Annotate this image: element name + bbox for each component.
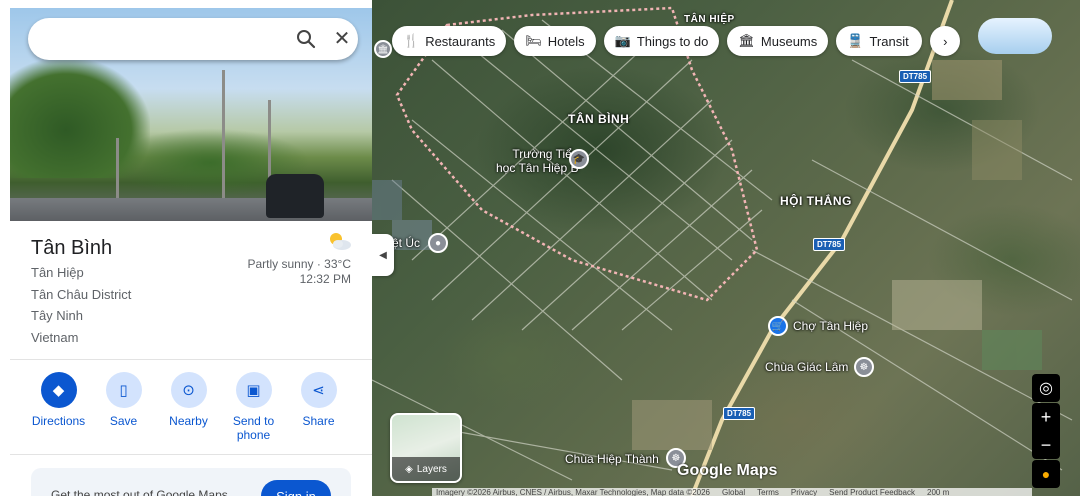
- museum-icon[interactable]: 🏛: [374, 40, 392, 58]
- signin-text: Get the most out of Google Maps: [51, 488, 228, 496]
- category-chips: 🍴 Restaurants 🛏 Hotels 📷 Things to do 🏛 Muse…: [392, 26, 961, 56]
- action-label: Directions: [31, 414, 86, 428]
- school-icon[interactable]: 🎓: [569, 149, 589, 169]
- address-line: Vietnam: [31, 330, 79, 345]
- directions-button[interactable]: ◆ Directions: [26, 372, 91, 442]
- crosshair-icon: ◎: [1039, 380, 1053, 397]
- layers-label-bar: ◈ Layers: [392, 457, 460, 481]
- action-label: Save: [109, 414, 138, 428]
- photo-pole: [116, 138, 119, 198]
- action-label: Share: [302, 414, 335, 428]
- signin-button[interactable]: Sign in: [261, 480, 331, 496]
- search-box: ✕: [28, 18, 358, 60]
- camera-icon: 📷: [614, 33, 631, 48]
- poi-label-viet-uc[interactable]: ệt Úc: [392, 236, 420, 250]
- layers-label: Layers: [416, 463, 447, 475]
- street-view-pegman-icon[interactable]: ●: [1032, 460, 1060, 488]
- action-buttons: ◆ Directions ▯ Save ⊙ Nearby ▣ Send to p…: [26, 372, 351, 442]
- close-icon: ✕: [333, 28, 351, 50]
- road-shield: DT785: [899, 70, 932, 83]
- search-icon: [297, 30, 316, 49]
- collapse-panel-button[interactable]: ◀: [372, 234, 394, 276]
- attribution-scale[interactable]: 200 m: [927, 488, 949, 496]
- restaurant-icon: 🍴: [403, 33, 420, 48]
- place-title: Tân Bình: [31, 237, 113, 259]
- share-button[interactable]: ⋖ Share: [286, 372, 351, 442]
- area-label-hoi-thang: HỘI THẮNG: [780, 194, 852, 208]
- road-shield: DT785: [813, 238, 846, 251]
- map-roads: [372, 0, 1073, 496]
- place-icon[interactable]: ●: [428, 233, 448, 253]
- poi-label-chua-giac-lam[interactable]: Chùa Giác Lâm: [765, 360, 848, 374]
- chip-label: Transit: [869, 33, 909, 49]
- phone-icon: ▣: [235, 372, 272, 408]
- share-icon: ⋖: [300, 372, 337, 408]
- chevron-right-icon: ›: [943, 33, 948, 49]
- poi-label-chua-hiep-thanh[interactable]: Chùa Hiệp Thành: [565, 452, 659, 466]
- layers-icon: ◈: [405, 463, 413, 475]
- chip-things-to-do[interactable]: 📷 Things to do: [603, 26, 720, 56]
- my-location-button[interactable]: ◎: [1032, 374, 1060, 402]
- photo-car: [266, 174, 324, 218]
- chip-label: Restaurants: [425, 33, 496, 49]
- poi-label-school[interactable]: Trường Tiểu học Tân Hiệp B: [496, 147, 579, 175]
- bookmark-icon: ▯: [105, 372, 142, 408]
- save-button[interactable]: ▯ Save: [91, 372, 156, 442]
- action-label: Nearby: [169, 414, 208, 428]
- search-button[interactable]: [294, 27, 318, 51]
- address-line: Tân Hiệp: [31, 265, 84, 280]
- chip-hotels[interactable]: 🛏 Hotels: [514, 26, 596, 56]
- address-line: Tân Châu District: [31, 287, 132, 302]
- attribution-terms[interactable]: Terms: [757, 488, 779, 496]
- chip-label: Things to do: [636, 33, 709, 49]
- photo-pole: [222, 70, 225, 200]
- zoom-in-button[interactable]: +: [1041, 407, 1052, 428]
- google-maps-watermark: Google Maps: [677, 462, 778, 479]
- road-shield: DT785: [723, 407, 756, 420]
- map-canvas[interactable]: TÂN HIỆP TÂN BÌNH HỘI THẮNG Trường Tiểu …: [372, 0, 1080, 496]
- attribution-imagery: Imagery ©2026 Airbus, CNES / Airbus, Max…: [436, 488, 711, 496]
- chip-restaurants[interactable]: 🍴 Restaurants: [392, 26, 507, 56]
- partly-sunny-icon: [330, 233, 351, 250]
- field-patches: [372, 60, 1042, 450]
- divider: [10, 359, 372, 360]
- hotel-icon: 🛏: [525, 33, 542, 48]
- poi-label-cho-tan-hiep[interactable]: Chợ Tân Hiệp: [793, 319, 868, 333]
- directions-icon: ◆: [40, 372, 77, 408]
- area-label-tan-hiep: TÂN HIỆP: [684, 14, 735, 25]
- chip-museums[interactable]: 🏛 Museums: [727, 26, 829, 56]
- area-label-tan-binh: TÂN BÌNH: [568, 112, 630, 126]
- action-label: Send to phone: [232, 414, 275, 442]
- zoom-controls: + −: [1032, 403, 1060, 459]
- chip-label: Museums: [760, 33, 818, 49]
- close-button[interactable]: ✕: [330, 27, 354, 51]
- attribution-feedback[interactable]: Send Product Feedback: [829, 488, 915, 496]
- place-panel: ✕ Tân Bình Tân Hiệp Tân Châu District Tâ…: [10, 8, 372, 496]
- weather-time: 12:32 PM: [299, 272, 351, 286]
- map-attribution: Imagery ©2026 Airbus, CNES / Airbus, Max…: [432, 488, 1032, 496]
- chip-transit[interactable]: 🚆 Transit: [836, 26, 923, 56]
- transit-icon: 🚆: [847, 33, 864, 48]
- nearby-icon: ⊙: [170, 372, 207, 408]
- search-input[interactable]: [46, 26, 276, 52]
- weather-condition: Partly sunny · 33°C: [247, 257, 351, 271]
- nearby-button[interactable]: ⊙ Nearby: [156, 372, 221, 442]
- temple-icon[interactable]: ☸: [854, 357, 874, 377]
- address-line: Tây Ninh: [31, 308, 84, 323]
- museum-icon: 🏛: [738, 33, 755, 48]
- attribution-global[interactable]: Global: [722, 488, 745, 496]
- signin-card: Get the most out of Google Maps Sign in: [31, 468, 351, 496]
- chip-label: Hotels: [547, 33, 585, 49]
- chevron-left-icon: ◀: [379, 249, 387, 261]
- send-to-phone-button[interactable]: ▣ Send to phone: [221, 372, 286, 442]
- zoom-out-button[interactable]: −: [1041, 435, 1052, 456]
- divider: [10, 454, 372, 455]
- shopping-cart-icon[interactable]: 🛒: [768, 316, 788, 336]
- layers-button[interactable]: ◈ Layers: [390, 413, 462, 483]
- attribution-privacy[interactable]: Privacy: [791, 488, 817, 496]
- chips-scroll-right-button[interactable]: ›: [930, 26, 961, 56]
- apps-badge[interactable]: [978, 18, 1052, 54]
